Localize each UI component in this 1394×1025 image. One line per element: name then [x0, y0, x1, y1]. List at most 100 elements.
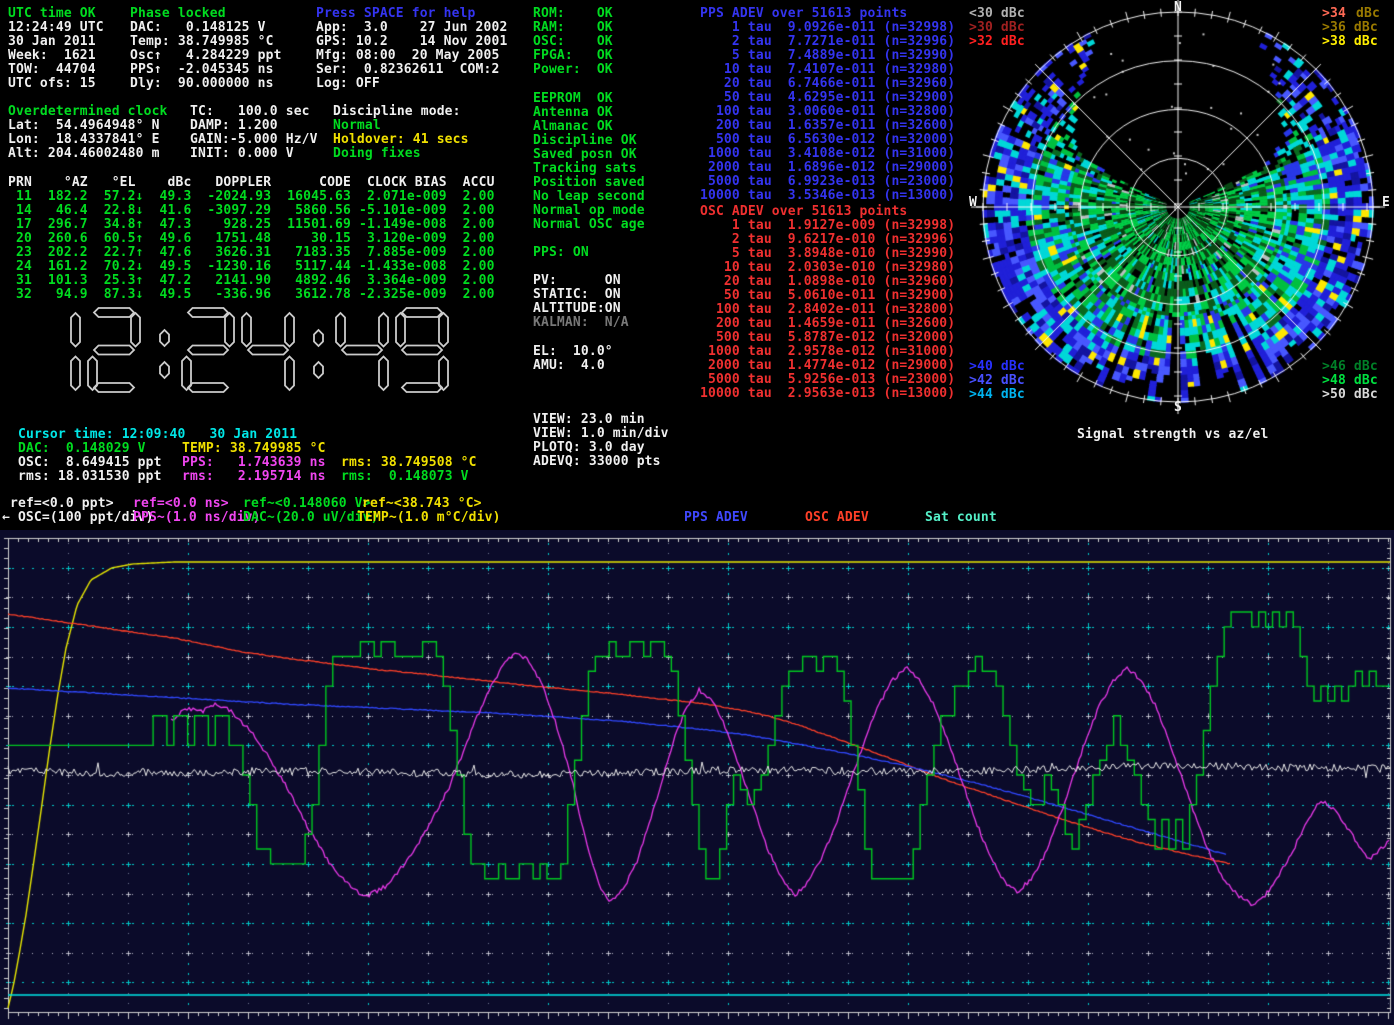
latitude: Lat: 54.4964948° N — [8, 119, 160, 133]
utc-offset: UTC ofs: 15 — [8, 77, 96, 91]
status-tracking: Tracking sats — [533, 162, 637, 176]
sat-row-17: 17 296.7 34.8↑ 47.3 928.25 11501.69 -1.1… — [8, 218, 495, 232]
pps-adev-row-5000: 5000 tau 6.9923e-013 (n=23000) — [700, 175, 955, 189]
dbc-gt34-unit: dBc — [1356, 7, 1380, 21]
pps-adev-row-10000: 10000 tau 3.5346e-013 (n=13000) — [700, 189, 955, 203]
cursor-dac: DAC: 0.148029 V — [18, 442, 146, 456]
osc-adev-row-2000: 2000 tau 1.4774e-012 (n=29000) — [700, 359, 955, 373]
compass-south: S — [1174, 401, 1182, 415]
ref-pps: ref=<0.0 ns> — [133, 497, 229, 511]
serial-number: Ser: 0.82362611 COM:2 — [316, 63, 499, 77]
osc-adev-row-5000: 5000 tau 5.9256e-013 (n=23000) — [700, 373, 955, 387]
cursor-pps-rms: rms: 2.195714 ns — [182, 470, 326, 484]
help-hint: Press SPACE for help — [316, 7, 476, 21]
osc-adev-row-10: 10 tau 2.0303e-010 (n=32980) — [700, 261, 955, 275]
tc-setting: TC: 100.0 sec — [190, 105, 310, 119]
discipline-mode-label: Discipline mode: — [333, 105, 461, 119]
status-eeprom: EEPROM OK — [533, 92, 613, 106]
dbc-gt50: >50 dBc — [1322, 388, 1378, 402]
view-span: VIEW: 23.0 min — [533, 413, 645, 427]
pps-adev-row-1000: 1000 tau 3.4108e-012 (n=31000) — [700, 147, 955, 161]
status-fpga: FPGA: OK — [533, 49, 613, 63]
doing-fixes: Doing fixes — [333, 147, 421, 161]
status-almanac: Almanac OK — [533, 120, 613, 134]
signal-strength-polar-map — [960, 0, 1394, 420]
status-leap: No leap second — [533, 190, 645, 204]
status-position: Position saved — [533, 176, 645, 190]
sat-row-31: 31 101.3 25.3↑ 47.2 2141.90 4892.46 3.36… — [8, 274, 495, 288]
pps-readout: PPS↑ -2.045345 ns — [130, 63, 274, 77]
compass-north: N — [1174, 1, 1182, 15]
log-status: Log: OFF — [316, 77, 380, 91]
compass-east: E — [1382, 196, 1390, 210]
pps-adev-row-100: 100 tau 3.0060e-011 (n=32800) — [700, 105, 955, 119]
gain-setting: GAIN:-5.000 Hz/V — [190, 133, 318, 147]
mfg-date: Mfg: 08:00 20 May 2005 — [316, 49, 499, 63]
osc-readout: Osc↑ 4.284229 ppt — [130, 49, 282, 63]
lady-heather-screen: UTC time OK12:24:49 UTC30 Jan 2011Week: … — [0, 0, 1394, 1025]
sat-row-24: 24 161.2 70.2↓ 49.5 -1230.16 5117.44 -1.… — [8, 260, 495, 274]
scale-temp: TEMP~(1.0 m°C/div) — [357, 511, 501, 525]
discipline-normal: Normal — [333, 119, 381, 133]
status-osc-age: Normal OSC age — [533, 218, 645, 232]
longitude: Lon: 18.4337841° E — [8, 133, 160, 147]
dbc-lt30: <30 dBc — [969, 7, 1025, 21]
compass-west: W — [969, 196, 977, 210]
pps-adev-row-20: 20 tau 6.7466e-011 (n=32960) — [700, 77, 955, 91]
strip-chart-plot-area[interactable] — [0, 530, 1394, 1025]
status-saved-posn: Saved posn OK — [533, 148, 637, 162]
temp-readout: Temp: 38.749985 °C — [130, 35, 274, 49]
cursor-osc: OSC: 8.649415 ppt — [18, 456, 162, 470]
cursor-temp-rms: rms: 38.749508 °C — [341, 456, 477, 470]
sat-row-11: 11 182.2 57.2↓ 49.3 -2024.93 16045.63 2.… — [8, 190, 495, 204]
osc-adev-row-20: 20 tau 1.0898e-010 (n=32960) — [700, 275, 955, 289]
osc-adev-row-500: 500 tau 5.8787e-012 (n=32000) — [700, 331, 955, 345]
gps-week: Week: 1621 — [8, 49, 96, 63]
pps-adev-row-5: 5 tau 7.4889e-011 (n=32990) — [700, 49, 955, 63]
status-rom: ROM: OK — [533, 7, 613, 21]
altitude-state: ALTITUDE:ON — [533, 302, 621, 316]
dbc-gt32: >32 dBc — [969, 35, 1025, 49]
utc-date: 30 Jan 2011 — [8, 35, 96, 49]
cursor-pps: PPS: 1.743639 ns — [182, 456, 326, 470]
pps-adev-row-50: 50 tau 4.6295e-011 (n=32900) — [700, 91, 955, 105]
scale-pps: PPS~(1.0 ns/div) — [133, 511, 261, 525]
status-discipline: Discipline OK — [533, 134, 637, 148]
osc-adev-row-1: 1 tau 1.9127e-009 (n=32998) — [700, 219, 955, 233]
osc-adev-row-10000: 10000 tau 2.9563e-013 (n=13000) — [700, 387, 955, 401]
pps-adev-row-2000: 2000 tau 1.6896e-012 (n=29000) — [700, 161, 955, 175]
app-version: App: 3.0 27 Jun 2002 — [316, 21, 507, 35]
pps-adev-title: PPS ADEV over 51613 points — [700, 7, 907, 21]
scale-osc: ← OSC=(100 ppt/div) — [2, 511, 154, 525]
legend-pps-adev: PPS ADEV — [684, 511, 748, 525]
static-state: STATIC: ON — [533, 288, 621, 302]
pps-adev-row-10: 10 tau 7.4107e-011 (n=32980) — [700, 63, 955, 77]
kalman-state: KALMAN: N/A — [533, 316, 629, 330]
view-per-div: VIEW: 1.0 min/div — [533, 427, 669, 441]
pv-state: PV: ON — [533, 274, 621, 288]
cursor-temp: TEMP: 38.749985 °C — [182, 442, 326, 456]
legend-osc-adev: OSC ADEV — [805, 511, 869, 525]
ref-osc: ref=<0.0 ppt> — [10, 497, 114, 511]
osc-adev-row-5: 5 tau 3.8948e-010 (n=32990) — [700, 247, 955, 261]
utc-time: 12:24:49 UTC — [8, 21, 104, 35]
dbc-gt42: >42 dBc — [969, 374, 1025, 388]
plot-queue: PLOTQ: 3.0 day — [533, 441, 645, 455]
dac-readout: DAC: 0.148125 V — [130, 21, 266, 35]
osc-adev-title: OSC ADEV over 51613 points — [700, 205, 907, 219]
cursor-osc-rms: rms: 18.031530 ppt — [18, 470, 162, 484]
pps-adev-row-500: 500 tau 6.5630e-012 (n=32000) — [700, 133, 955, 147]
status-osc: OSC: OK — [533, 35, 613, 49]
dbc-gt40: >40 dBc — [969, 360, 1025, 374]
osc-adev-row-1000: 1000 tau 2.9578e-012 (n=31000) — [700, 345, 955, 359]
holdover-status: Holdover: 41 secs — [333, 133, 469, 147]
dbc-gt44: >44 dBc — [969, 388, 1025, 402]
altitude: Alt: 204.46002480 m — [8, 147, 160, 161]
clock-mode: Overdetermined clock — [8, 105, 168, 119]
sat-row-14: 14 46.4 22.8↓ 41.6 -3097.29 5860.56 -5.1… — [8, 204, 495, 218]
ref-temp: ref~<38.743 °C> — [362, 497, 482, 511]
dbc-gt46: >46 dBc — [1322, 360, 1378, 374]
polar-caption: Signal strength vs az/el — [1077, 428, 1268, 442]
sat-table-header: PRN °AZ °EL dBc DOPPLER CODE CLOCK BIAS … — [8, 176, 495, 190]
pps-adev-row-2: 2 tau 7.7271e-011 (n=32996) — [700, 35, 955, 49]
